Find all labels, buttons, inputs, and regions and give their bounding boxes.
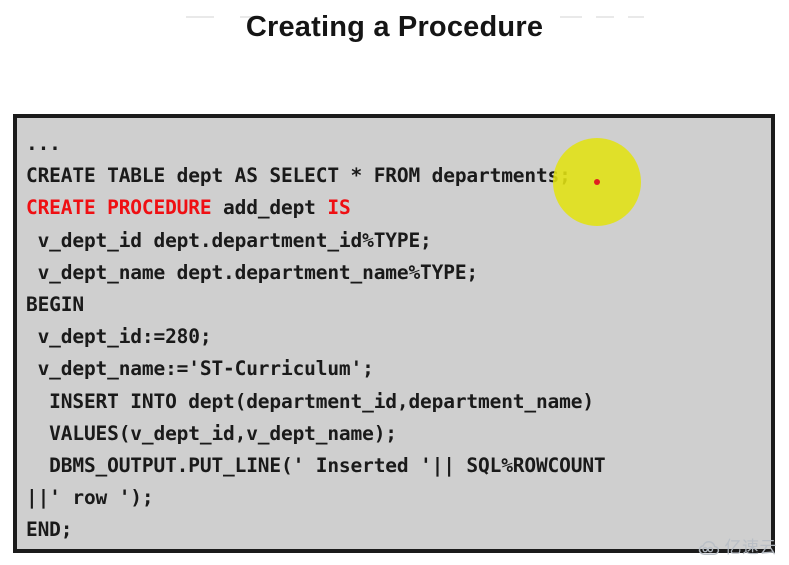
code-text: BEGIN: [26, 292, 84, 316]
code-line: END;: [26, 514, 769, 546]
code-line: CREATE PROCEDURE add_dept IS: [26, 192, 769, 224]
code-text: add_dept: [211, 196, 328, 220]
code-text: v_dept_name dept.department_name%TYPE;: [26, 260, 479, 284]
code-line: v_dept_id:=280;: [26, 321, 769, 353]
code-text: ...: [26, 132, 61, 155]
code-listing: ... CREATE TABLE dept AS SELECT * FROM de…: [26, 128, 769, 546]
watermark-text: 亿速云: [724, 538, 777, 558]
code-line: INSERT INTO dept(department_id,departmen…: [26, 386, 769, 418]
watermark: 亿速云: [698, 540, 778, 557]
code-text: VALUES(v_dept_id,v_dept_name);: [26, 421, 397, 445]
slide-canvas: Creating a Procedure ... CREATE TABLE dep…: [0, 0, 789, 565]
code-text: CREATE TABLE dept AS SELECT * FROM depar…: [26, 164, 571, 188]
code-line: ...: [26, 128, 769, 160]
code-text: ||' row ');: [26, 486, 154, 510]
code-line: BEGIN: [26, 289, 769, 321]
page-title: Creating a Procedure: [245, 11, 544, 43]
code-line: v_dept_name:='ST-Curriculum';: [26, 353, 769, 385]
code-line: v_dept_id dept.department_id%TYPE;: [26, 225, 769, 257]
code-text: v_dept_name:='ST-Curriculum';: [26, 357, 374, 381]
code-text: DBMS_OUTPUT.PUT_LINE(' Inserted '|| SQL%…: [26, 453, 606, 477]
code-line: v_dept_name dept.department_name%TYPE;: [26, 257, 769, 289]
code-keyword: IS: [327, 196, 351, 220]
cloud-icon: [698, 541, 720, 556]
code-panel: ... CREATE TABLE dept AS SELECT * FROM de…: [13, 114, 775, 553]
code-keyword: CREATE PROCEDURE: [26, 196, 212, 220]
code-text: v_dept_id dept.department_id%TYPE;: [26, 228, 432, 252]
code-line: DBMS_OUTPUT.PUT_LINE(' Inserted '|| SQL%…: [26, 450, 769, 482]
code-line: CREATE TABLE dept AS SELECT * FROM depar…: [26, 160, 769, 192]
title-bar: Creating a Procedure: [0, 11, 789, 44]
code-text: v_dept_id:=280;: [26, 325, 212, 349]
code-text: END;: [26, 518, 73, 542]
code-line: ||' row ');: [26, 482, 769, 514]
code-line: VALUES(v_dept_id,v_dept_name);: [26, 418, 769, 450]
code-text: INSERT INTO dept(department_id,departmen…: [26, 389, 594, 413]
